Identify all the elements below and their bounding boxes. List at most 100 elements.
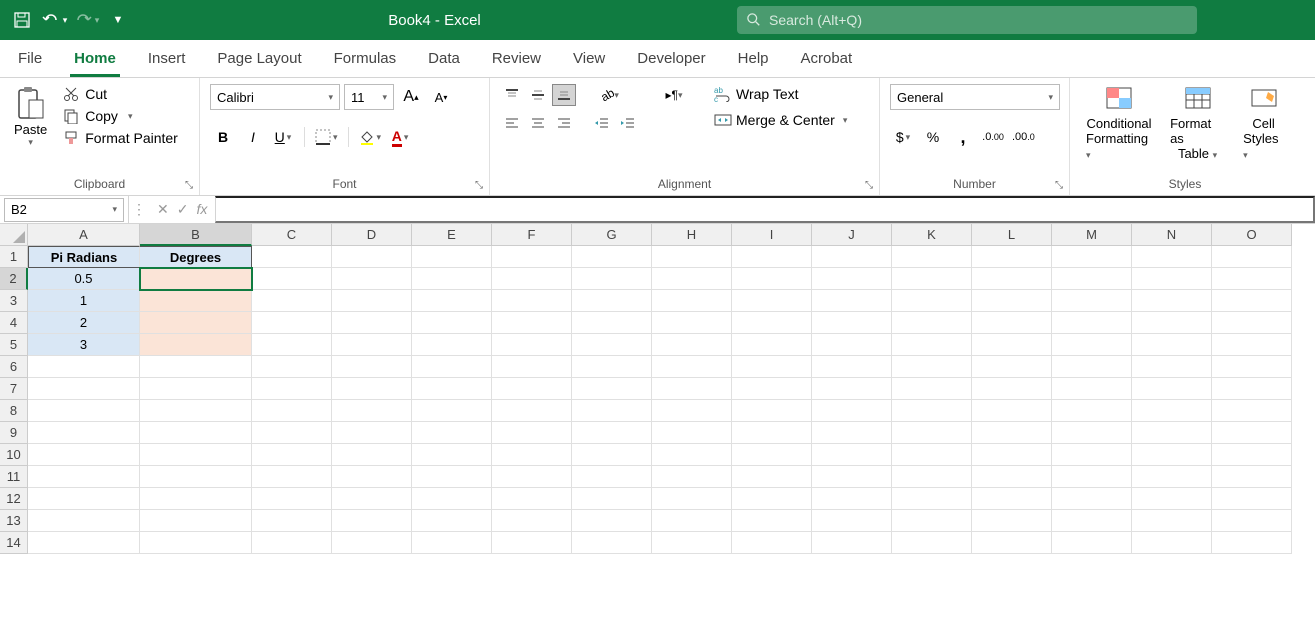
font-dialog-launcher[interactable]: ⤡ bbox=[472, 178, 486, 192]
number-dialog-launcher[interactable]: ⤡ bbox=[1052, 178, 1066, 192]
bold-button[interactable]: B bbox=[210, 124, 236, 150]
cell-K8[interactable] bbox=[892, 400, 972, 422]
cell-F14[interactable] bbox=[492, 532, 572, 554]
cancel-formula-button[interactable]: ✕ bbox=[157, 201, 169, 218]
cell-N5[interactable] bbox=[1132, 334, 1212, 356]
cell-N6[interactable] bbox=[1132, 356, 1212, 378]
cell-B13[interactable] bbox=[140, 510, 252, 532]
col-header-I[interactable]: I bbox=[732, 224, 812, 246]
cell-D11[interactable] bbox=[332, 466, 412, 488]
select-all-corner[interactable] bbox=[0, 224, 28, 246]
wrap-text-button[interactable]: abcWrap Text bbox=[710, 84, 851, 104]
cell-I3[interactable] bbox=[732, 290, 812, 312]
cell-G8[interactable] bbox=[572, 400, 652, 422]
cell-G3[interactable] bbox=[572, 290, 652, 312]
cell-H2[interactable] bbox=[652, 268, 732, 290]
cell-E3[interactable] bbox=[412, 290, 492, 312]
tab-view[interactable]: View bbox=[569, 44, 609, 77]
cell-C5[interactable] bbox=[252, 334, 332, 356]
cell-H8[interactable] bbox=[652, 400, 732, 422]
cell-A7[interactable] bbox=[28, 378, 140, 400]
col-header-M[interactable]: M bbox=[1052, 224, 1132, 246]
cut-button[interactable]: Cut bbox=[57, 84, 184, 104]
cell-A13[interactable] bbox=[28, 510, 140, 532]
cell-E8[interactable] bbox=[412, 400, 492, 422]
cell-H14[interactable] bbox=[652, 532, 732, 554]
cell-O3[interactable] bbox=[1212, 290, 1292, 312]
cell-J8[interactable] bbox=[812, 400, 892, 422]
cell-G2[interactable] bbox=[572, 268, 652, 290]
cell-O7[interactable] bbox=[1212, 378, 1292, 400]
cell-M14[interactable] bbox=[1052, 532, 1132, 554]
cell-G11[interactable] bbox=[572, 466, 652, 488]
cell-M7[interactable] bbox=[1052, 378, 1132, 400]
cell-I8[interactable] bbox=[732, 400, 812, 422]
cell-M12[interactable] bbox=[1052, 488, 1132, 510]
cell-C1[interactable] bbox=[252, 246, 332, 268]
copy-button[interactable]: Copy▾ bbox=[57, 106, 184, 126]
cell-M1[interactable] bbox=[1052, 246, 1132, 268]
cell-F5[interactable] bbox=[492, 334, 572, 356]
col-header-G[interactable]: G bbox=[572, 224, 652, 246]
cell-J4[interactable] bbox=[812, 312, 892, 334]
cell-L9[interactable] bbox=[972, 422, 1052, 444]
alignment-dialog-launcher[interactable]: ⤡ bbox=[862, 178, 876, 192]
cell-E6[interactable] bbox=[412, 356, 492, 378]
cell-N11[interactable] bbox=[1132, 466, 1212, 488]
cell-I7[interactable] bbox=[732, 378, 812, 400]
cell-L3[interactable] bbox=[972, 290, 1052, 312]
cell-O4[interactable] bbox=[1212, 312, 1292, 334]
cell-E12[interactable] bbox=[412, 488, 492, 510]
cell-E5[interactable] bbox=[412, 334, 492, 356]
tab-data[interactable]: Data bbox=[424, 44, 464, 77]
format-as-table-button[interactable]: Format asTable ▾ bbox=[1164, 84, 1231, 161]
cell-B6[interactable] bbox=[140, 356, 252, 378]
cell-I1[interactable] bbox=[732, 246, 812, 268]
cell-I14[interactable] bbox=[732, 532, 812, 554]
cell-B3[interactable] bbox=[140, 290, 252, 312]
cell-D6[interactable] bbox=[332, 356, 412, 378]
cell-J13[interactable] bbox=[812, 510, 892, 532]
cell-F13[interactable] bbox=[492, 510, 572, 532]
col-header-O[interactable]: O bbox=[1212, 224, 1292, 246]
row-header-7[interactable]: 7 bbox=[0, 378, 28, 400]
format-painter-button[interactable]: Format Painter bbox=[57, 128, 184, 148]
cell-C9[interactable] bbox=[252, 422, 332, 444]
font-name-combo[interactable]: Calibri▾ bbox=[210, 84, 340, 110]
row-header-4[interactable]: 4 bbox=[0, 312, 28, 334]
cell-I4[interactable] bbox=[732, 312, 812, 334]
cell-F12[interactable] bbox=[492, 488, 572, 510]
tab-formulas[interactable]: Formulas bbox=[330, 44, 401, 77]
cell-O12[interactable] bbox=[1212, 488, 1292, 510]
cell-F10[interactable] bbox=[492, 444, 572, 466]
cell-K11[interactable] bbox=[892, 466, 972, 488]
cell-E10[interactable] bbox=[412, 444, 492, 466]
increase-decimal-button[interactable]: .0.00 bbox=[980, 124, 1006, 150]
tab-insert[interactable]: Insert bbox=[144, 44, 190, 77]
cell-A10[interactable] bbox=[28, 444, 140, 466]
underline-button[interactable]: U▾ bbox=[270, 124, 296, 150]
cell-B10[interactable] bbox=[140, 444, 252, 466]
cell-C7[interactable] bbox=[252, 378, 332, 400]
cell-B1[interactable]: Degrees bbox=[140, 246, 252, 268]
row-header-5[interactable]: 5 bbox=[0, 334, 28, 356]
row-header-2[interactable]: 2 bbox=[0, 268, 28, 290]
cell-C12[interactable] bbox=[252, 488, 332, 510]
accounting-format-button[interactable]: $▾ bbox=[890, 124, 916, 150]
col-header-A[interactable]: A bbox=[28, 224, 140, 246]
cell-F8[interactable] bbox=[492, 400, 572, 422]
font-color-button[interactable]: A▾ bbox=[387, 124, 413, 150]
cell-L11[interactable] bbox=[972, 466, 1052, 488]
cell-E7[interactable] bbox=[412, 378, 492, 400]
save-button[interactable] bbox=[8, 6, 36, 34]
clipboard-dialog-launcher[interactable]: ⤡ bbox=[182, 178, 196, 192]
align-bottom-button[interactable] bbox=[552, 84, 576, 106]
redo-button[interactable]: ▾ bbox=[72, 6, 100, 34]
cell-A3[interactable]: 1 bbox=[28, 290, 140, 312]
cell-L7[interactable] bbox=[972, 378, 1052, 400]
cell-H4[interactable] bbox=[652, 312, 732, 334]
cell-M8[interactable] bbox=[1052, 400, 1132, 422]
orientation-button[interactable]: ab▾ bbox=[590, 84, 630, 106]
cell-D3[interactable] bbox=[332, 290, 412, 312]
cell-G10[interactable] bbox=[572, 444, 652, 466]
